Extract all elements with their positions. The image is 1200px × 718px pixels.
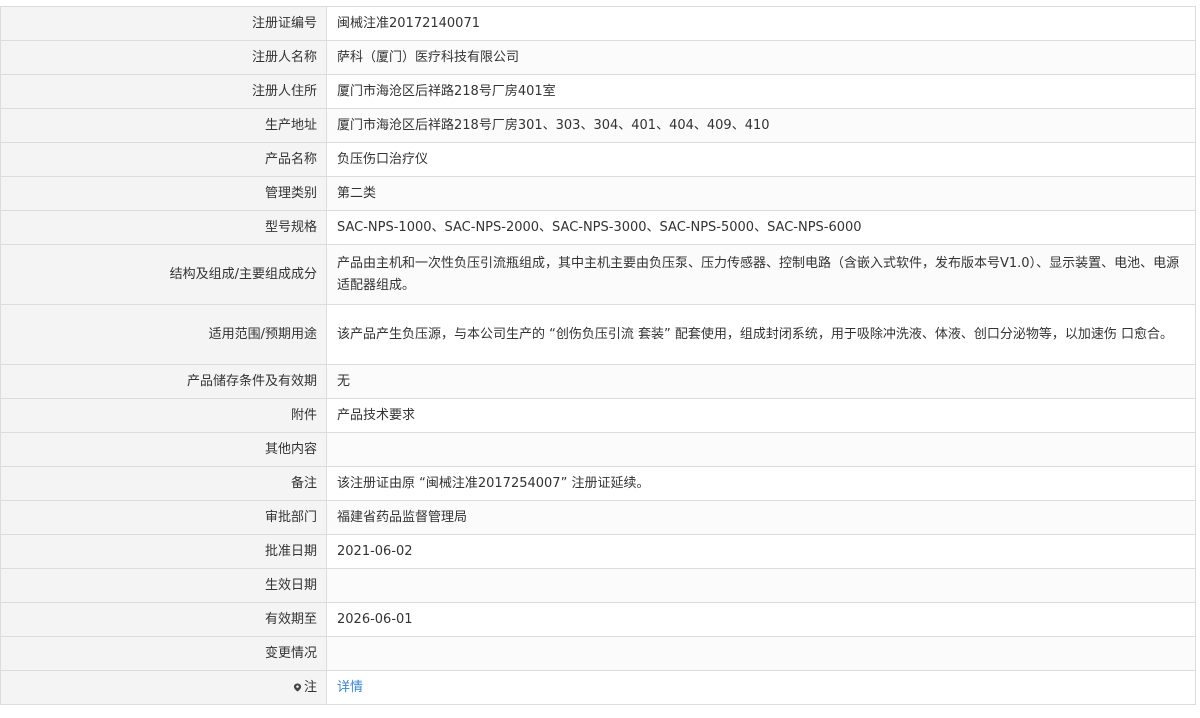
- row-value: 该注册证由原 “闽械注准2017254007” 注册证延续。: [326, 466, 1196, 501]
- row-label: 注册人住所: [0, 74, 327, 109]
- row-label: 产品储存条件及有效期: [0, 364, 327, 399]
- note-value-cell: 详情: [326, 670, 1196, 705]
- row-value: 萨科（厦门）医疗科技有限公司: [326, 40, 1196, 75]
- table-row: 生产地址 厦门市海沧区后祥路218号厂房301、303、304、401、404、…: [0, 108, 1196, 143]
- row-value: 该产品产生负压源，与本公司生产的 “创伤负压引流 套装” 配套使用，组成封闭系统…: [326, 304, 1196, 365]
- row-value: 2026-06-01: [326, 602, 1196, 637]
- row-label: 审批部门: [0, 500, 327, 535]
- registration-detail-table: 注册证编号 闽械注准20172140071 注册人名称 萨科（厦门）医疗科技有限…: [0, 6, 1196, 705]
- table-row: 管理类别 第二类: [0, 176, 1196, 211]
- table-row: 注册人住所 厦门市海沧区后祥路218号厂房401室: [0, 74, 1196, 109]
- table-row: 注册证编号 闽械注准20172140071: [0, 6, 1196, 41]
- row-value: 无: [326, 364, 1196, 399]
- table-row: 审批部门 福建省药品监督管理局: [0, 500, 1196, 535]
- row-label: 附件: [0, 398, 327, 433]
- row-label: 生效日期: [0, 568, 327, 603]
- row-label: 管理类别: [0, 176, 327, 211]
- table-row: 有效期至 2026-06-01: [0, 602, 1196, 637]
- row-label: 型号规格: [0, 210, 327, 245]
- row-value: [326, 568, 1196, 603]
- row-label: 变更情况: [0, 636, 327, 671]
- row-label: 生产地址: [0, 108, 327, 143]
- row-value: 2021-06-02: [326, 534, 1196, 569]
- table-row: 变更情况: [0, 636, 1196, 671]
- row-label: 适用范围/预期用途: [0, 304, 327, 365]
- row-label: 有效期至: [0, 602, 327, 637]
- table-row: 产品名称 负压伤口治疗仪: [0, 142, 1196, 177]
- table-row: 附件 产品技术要求: [0, 398, 1196, 433]
- row-value: [326, 636, 1196, 671]
- row-value: 厦门市海沧区后祥路218号厂房301、303、304、401、404、409、4…: [326, 108, 1196, 143]
- table-row: 结构及组成/主要组成成分 产品由主机和一次性负压引流瓶组成，其中主机主要由负压泵…: [0, 244, 1196, 305]
- row-value: [326, 432, 1196, 467]
- map-pin-icon: [293, 682, 302, 692]
- table-row: 备注 该注册证由原 “闽械注准2017254007” 注册证延续。: [0, 466, 1196, 501]
- row-label: 批准日期: [0, 534, 327, 569]
- row-label: 备注: [0, 466, 327, 501]
- row-label: 注册证编号: [0, 6, 327, 41]
- table-row: 适用范围/预期用途 该产品产生负压源，与本公司生产的 “创伤负压引流 套装” 配…: [0, 304, 1196, 365]
- row-label: 注册人名称: [0, 40, 327, 75]
- table-row: 注册人名称 萨科（厦门）医疗科技有限公司: [0, 40, 1196, 75]
- row-value: 第二类: [326, 176, 1196, 211]
- table-row: 其他内容: [0, 432, 1196, 467]
- row-value: 闽械注准20172140071: [326, 6, 1196, 41]
- row-value: 福建省药品监督管理局: [326, 500, 1196, 535]
- row-value: 产品由主机和一次性负压引流瓶组成，其中主机主要由负压泵、压力传感器、控制电路（含…: [326, 244, 1196, 305]
- row-label: 结构及组成/主要组成成分: [0, 244, 327, 305]
- table-row: 生效日期: [0, 568, 1196, 603]
- table-row: 型号规格 SAC-NPS-1000、SAC-NPS-2000、SAC-NPS-3…: [0, 210, 1196, 245]
- note-label: 注: [303, 679, 317, 695]
- row-value: 负压伤口治疗仪: [326, 142, 1196, 177]
- row-label: 产品名称: [0, 142, 327, 177]
- note-label-cell: 注: [0, 670, 327, 705]
- table-row: 产品储存条件及有效期 无: [0, 364, 1196, 399]
- note-row: 注 详情: [0, 670, 1196, 705]
- details-link[interactable]: 详情: [337, 680, 363, 695]
- row-value: 产品技术要求: [326, 398, 1196, 433]
- row-value: 厦门市海沧区后祥路218号厂房401室: [326, 74, 1196, 109]
- row-label: 其他内容: [0, 432, 327, 467]
- row-value: SAC-NPS-1000、SAC-NPS-2000、SAC-NPS-3000、S…: [326, 210, 1196, 245]
- table-row: 批准日期 2021-06-02: [0, 534, 1196, 569]
